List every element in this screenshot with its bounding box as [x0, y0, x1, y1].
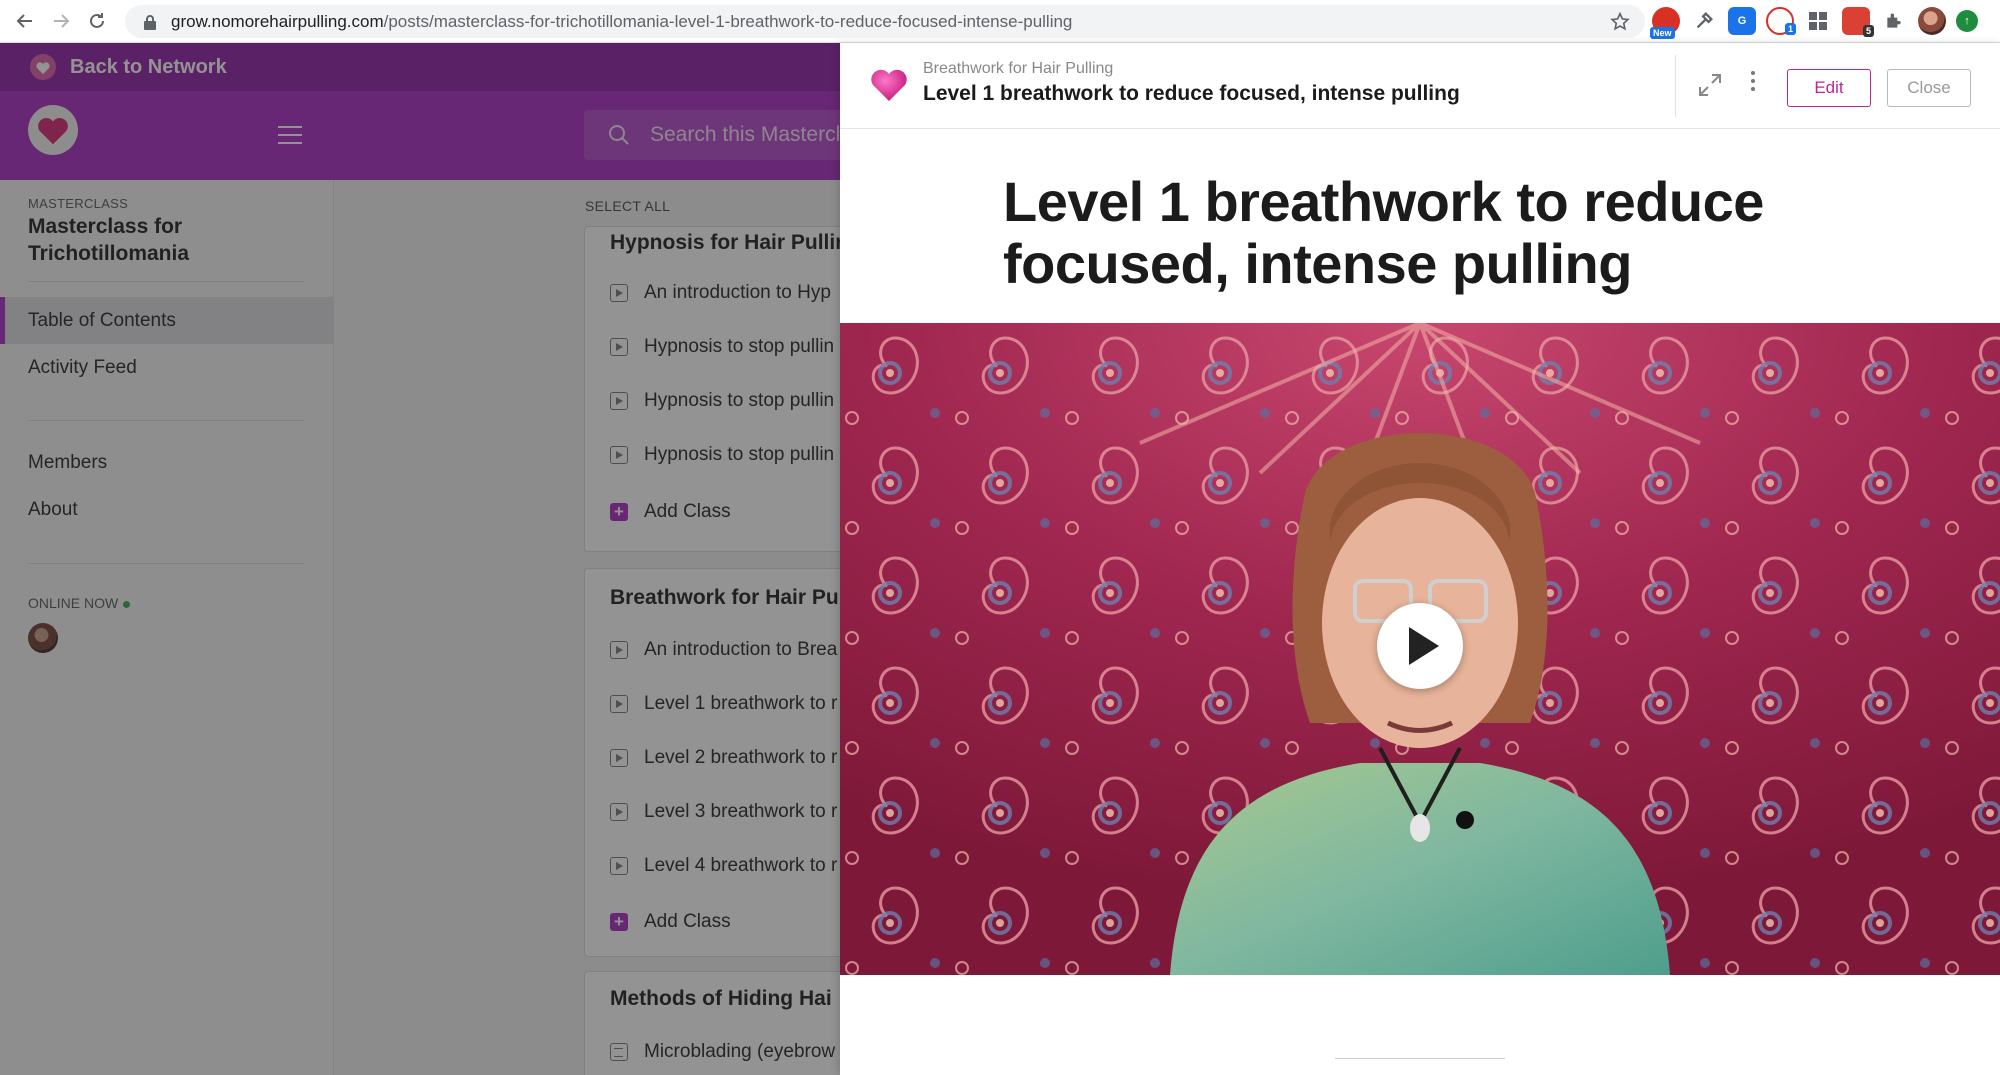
address-bar[interactable]: grow.nomorehairpulling.com/posts/masterc…	[125, 5, 1645, 38]
header-divider	[1675, 55, 1676, 117]
extension-new-badge: New	[1650, 27, 1675, 39]
eyedropper-icon[interactable]	[1690, 7, 1718, 35]
lastpass-icon[interactable]: 1	[1766, 7, 1796, 35]
panel-title: Level 1 breathwork to reduce focused, in…	[923, 82, 1460, 105]
back-arrow-icon[interactable]	[10, 6, 40, 36]
panel-header: Breathwork for Hair Pulling Level 1 brea…	[840, 43, 2000, 129]
close-button[interactable]: Close	[1887, 69, 1971, 107]
lock-icon	[144, 14, 156, 30]
grid-icon[interactable]	[1804, 7, 1832, 35]
todoist-icon[interactable]: 5	[1842, 7, 1874, 37]
puzzle-icon[interactable]	[1880, 7, 1908, 35]
forward-arrow-icon[interactable]	[46, 6, 76, 36]
extension-new-icon[interactable]: New	[1650, 7, 1680, 39]
content-divider	[1335, 1058, 1505, 1059]
more-options-icon[interactable]	[1748, 71, 1758, 97]
edit-button[interactable]: Edit	[1787, 69, 1871, 107]
expand-icon[interactable]	[1697, 72, 1723, 98]
video-player[interactable]	[840, 323, 2000, 975]
url-host: grow.nomorehairpulling.com	[171, 11, 384, 31]
post-panel: Breathwork for Hair Pulling Level 1 brea…	[840, 43, 2000, 1075]
reload-icon[interactable]	[82, 6, 112, 36]
heart-icon	[871, 69, 907, 101]
url-path: /posts/masterclass-for-trichotillomania-…	[383, 11, 1073, 31]
browser-toolbar: grow.nomorehairpulling.com/posts/masterc…	[0, 0, 2000, 43]
extensions-row: New G 1 5 ↑	[1650, 7, 1978, 39]
post-title: Level 1 breathwork to reduce focused, in…	[1003, 170, 1764, 295]
todoist-badge: 5	[1862, 25, 1874, 37]
panel-subtitle[interactable]: Breathwork for Hair Pulling	[923, 60, 1113, 78]
lastpass-badge: 1	[1784, 23, 1796, 35]
translate-icon[interactable]: G	[1728, 7, 1756, 35]
play-button[interactable]	[1377, 603, 1463, 689]
bookmark-star-icon[interactable]	[1609, 11, 1631, 33]
profile-avatar[interactable]	[1918, 7, 1946, 35]
update-icon[interactable]: ↑	[1956, 10, 1978, 32]
